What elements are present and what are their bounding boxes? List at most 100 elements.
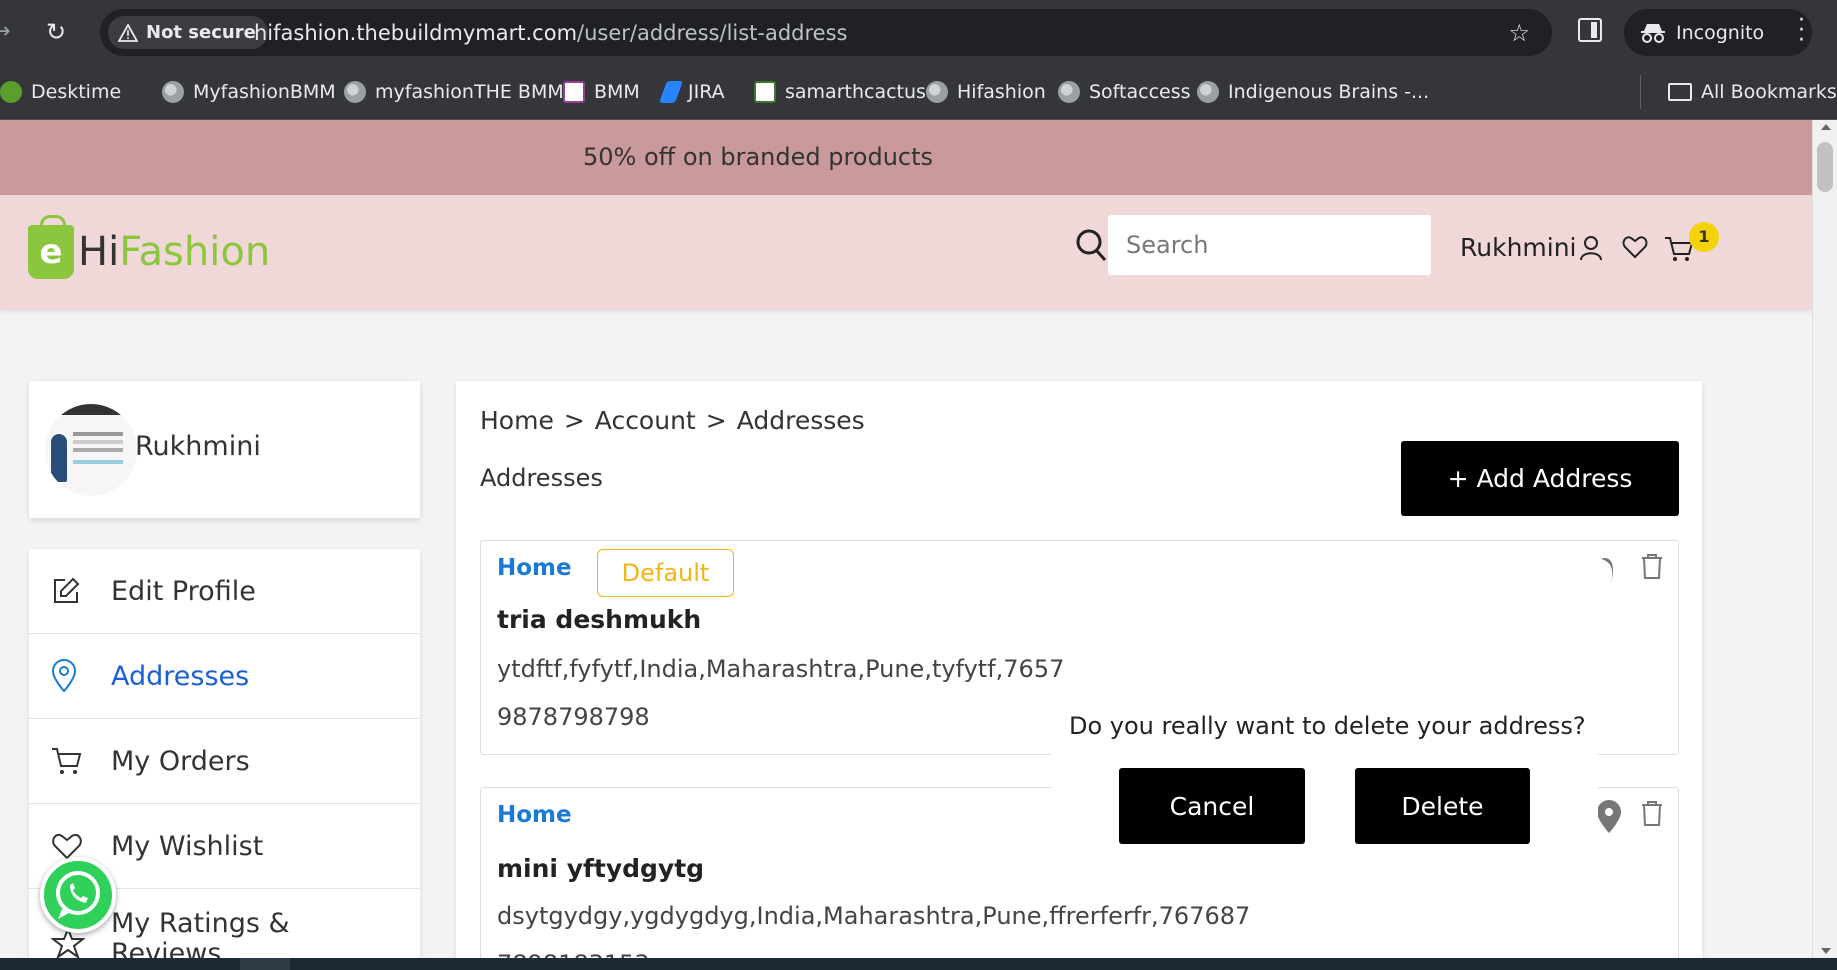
- globe-icon: [1058, 81, 1080, 103]
- bookmarks-divider: [1640, 75, 1641, 109]
- security-label: Not secure: [146, 22, 256, 43]
- incognito-label: Incognito: [1676, 21, 1765, 44]
- bookmark-label: JIRA: [688, 81, 725, 103]
- default-badge: Default: [597, 549, 734, 597]
- breadcrumb-account[interactable]: Account: [595, 406, 696, 435]
- sidebar-item-label: Addresses: [111, 660, 250, 692]
- sidebar-item-my-orders[interactable]: My Orders: [29, 719, 420, 804]
- warning-icon: [118, 23, 138, 42]
- bookmark-myfashionbmm[interactable]: MyfashionBMM: [162, 77, 336, 107]
- address-type-label: Home: [497, 555, 572, 581]
- bookmark-myfashion-the-bmm[interactable]: myfashionTHE BMM: [344, 77, 564, 107]
- menu-dots-icon[interactable]: · · ·: [1798, 10, 1805, 52]
- address-name: tria deshmukh: [497, 605, 702, 634]
- logo-text: HiFashion: [78, 229, 270, 275]
- side-panel-icon[interactable]: [1578, 18, 1602, 42]
- bookmark-label: Indigenous Brains -...: [1228, 81, 1430, 103]
- reload-icon[interactable]: ↻: [46, 18, 66, 46]
- whatsapp-chat-button[interactable]: [40, 857, 116, 933]
- desktime-icon: [0, 81, 22, 103]
- user-icon[interactable]: [1579, 235, 1603, 261]
- forward-arrow-icon[interactable]: →: [0, 19, 10, 44]
- bookmark-softaccess[interactable]: Softaccess: [1058, 77, 1191, 107]
- promo-text: 50% off on branded products: [583, 143, 934, 171]
- cancel-button[interactable]: Cancel: [1119, 768, 1305, 844]
- breadcrumb: Home > Account > Addresses: [480, 406, 865, 435]
- all-bookmarks[interactable]: All Bookmarks: [1668, 77, 1837, 107]
- header-user-name[interactable]: Rukhmini: [1460, 233, 1577, 262]
- bookmark-bmm[interactable]: BMM: [563, 77, 640, 107]
- map-pin-icon[interactable]: [1597, 553, 1619, 587]
- site-header: e HiFashion Rukhmini 1: [0, 195, 1812, 310]
- map-pin-icon[interactable]: [1596, 800, 1622, 834]
- delete-icon[interactable]: [1641, 800, 1663, 826]
- delete-confirm-dialog: Do you really want to delete your addres…: [1051, 700, 1598, 875]
- sidebar-item-addresses[interactable]: Addresses: [29, 634, 420, 719]
- bookmark-desktime[interactable]: Desktime: [0, 77, 121, 107]
- bookmark-label: Hifashion: [957, 81, 1046, 103]
- profile-card: Rukhmini: [29, 381, 420, 518]
- location-icon: [51, 659, 77, 693]
- all-bookmarks-label: All Bookmarks: [1701, 81, 1837, 103]
- page: 50% off on branded products e HiFashion …: [0, 120, 1812, 958]
- bookmark-label: myfashionTHE BMM: [375, 81, 564, 103]
- globe-icon: [162, 81, 184, 103]
- bookmark-label: samarthcactus: [785, 81, 926, 103]
- sidebar-item-edit-profile[interactable]: Edit Profile: [29, 549, 420, 634]
- scroll-down-arrow-icon[interactable]: [1821, 948, 1831, 954]
- url-host: hifashion.thebuildmymart.com: [254, 21, 578, 45]
- wishlist-heart-icon[interactable]: [1622, 235, 1648, 259]
- bookmark-label: MyfashionBMM: [193, 81, 336, 103]
- breadcrumb-addresses: Addresses: [736, 406, 865, 435]
- address-bar[interactable]: Not secure hifashion.thebuildmymart.com/…: [100, 9, 1552, 56]
- add-address-button[interactable]: + Add Address: [1401, 441, 1679, 516]
- incognito-icon: [1641, 23, 1665, 43]
- avatar: [45, 404, 137, 496]
- bookmark-jira[interactable]: JIRA: [658, 77, 725, 107]
- taskbar-app-icon[interactable]: [240, 958, 290, 970]
- scroll-up-arrow-icon[interactable]: [1821, 124, 1831, 130]
- edit-icon: [54, 577, 80, 603]
- sidebar-item-label: My Orders: [111, 745, 250, 777]
- bookmark-label: BMM: [594, 81, 640, 103]
- address-line: ytdftf,fyfytf,India,Maharashtra,Pune,tyf…: [497, 655, 1065, 683]
- logo-hi: Hi: [78, 229, 120, 275]
- bmm-icon: [563, 81, 585, 103]
- search-icon[interactable]: [1075, 228, 1107, 262]
- address-phone: 7898183153: [497, 950, 650, 958]
- bookmark-hifashion[interactable]: Hifashion: [926, 77, 1046, 107]
- site-logo[interactable]: e HiFashion: [28, 215, 270, 279]
- address-type-label: Home: [497, 802, 572, 828]
- globe-icon: [344, 81, 366, 103]
- cart-icon: [52, 748, 82, 774]
- cart-count-badge: 1: [1689, 222, 1719, 252]
- os-taskbar: [0, 958, 1837, 970]
- scroll-thumb[interactable]: [1817, 142, 1833, 192]
- shopping-bag-logo-icon: e: [28, 215, 74, 279]
- promo-banner: 50% off on branded products: [0, 120, 1812, 195]
- page-scrollbar[interactable]: [1812, 120, 1837, 958]
- delete-icon[interactable]: [1641, 553, 1663, 579]
- bookmark-samarthcactus[interactable]: samarthcactus: [754, 77, 926, 107]
- incognito-indicator[interactable]: Incognito: [1624, 9, 1812, 56]
- address-line: dsytgydgy,ygdygdyg,India,Maharashtra,Pun…: [497, 902, 1251, 930]
- folder-icon: [1668, 83, 1692, 101]
- delete-confirm-message: Do you really want to delete your addres…: [1069, 712, 1586, 740]
- bookmark-label: Softaccess: [1089, 81, 1191, 103]
- breadcrumb-separator: >: [705, 406, 727, 435]
- browser-toolbar: → ↻ Not secure hifashion.thebuildmymart.…: [0, 0, 1837, 65]
- address-name: mini yftydgytg: [497, 854, 705, 883]
- samarthcactus-icon: [754, 81, 776, 103]
- search-input[interactable]: [1108, 215, 1431, 275]
- bookmark-indigenous-brains[interactable]: Indigenous Brains -...: [1197, 77, 1429, 107]
- breadcrumb-home[interactable]: Home: [480, 406, 554, 435]
- whatsapp-icon: [56, 871, 100, 919]
- bookmark-star-icon[interactable]: ☆: [1508, 19, 1530, 47]
- delete-button[interactable]: Delete: [1355, 768, 1530, 844]
- globe-icon: [1197, 81, 1219, 103]
- security-indicator[interactable]: Not secure: [108, 16, 268, 49]
- page-title: Addresses: [480, 464, 603, 492]
- address-phone: 9878798798: [497, 703, 650, 731]
- bookmarks-bar: Desktime MyfashionBMM myfashionTHE BMM B…: [0, 65, 1837, 120]
- url-text[interactable]: hifashion.thebuildmymart.com/user/addres…: [254, 21, 848, 45]
